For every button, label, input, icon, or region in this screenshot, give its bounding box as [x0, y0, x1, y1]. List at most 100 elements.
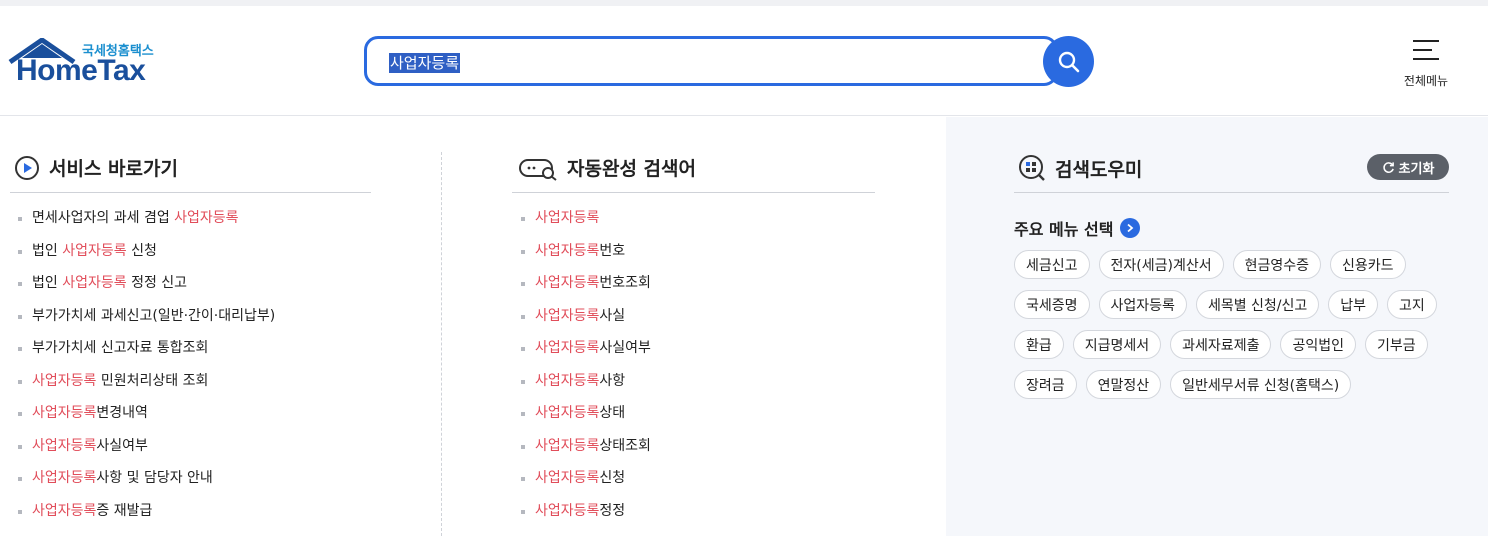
service-link[interactable]: 사업자등록 민원처리상태 조회: [18, 371, 275, 404]
menu-chip[interactable]: 공익법인: [1280, 330, 1356, 359]
service-link[interactable]: 부가가치세 과세신고(일반·간이·대리납부): [18, 306, 275, 339]
keyword-highlight: 사업자등록: [32, 372, 97, 389]
autocomplete-item[interactable]: 사업자등록사실: [521, 306, 651, 339]
helper-title-underline: [1014, 192, 1449, 193]
suggestion-text: 사실여부: [599, 340, 651, 356]
main-menu-select-text: 주요 메뉴 선택: [1014, 220, 1114, 239]
autocomplete-item[interactable]: 사업자등록상태: [521, 403, 651, 436]
autocomplete-item[interactable]: 사업자등록번호: [521, 241, 651, 274]
link-text: 사항 및 담당자 안내: [96, 470, 213, 486]
site-header: 국세청홈택스 HomeTax 사업자등록 전체메뉴: [0, 6, 1488, 116]
main-menu-chips: 세금신고 전자(세금)계산서 현금영수증 신용카드국세증명 사업자등록 세목별 신청/신고…: [1014, 250, 1454, 410]
link-text: 면세사업자의 과세 겸업: [32, 210, 175, 226]
keyword-highlight: 사업자등록: [535, 275, 600, 291]
keyword-highlight: 사업자등록: [174, 210, 239, 226]
autocomplete-title-text: 자동완성 검색어: [567, 158, 696, 180]
autocomplete-item[interactable]: 사업자등록신청: [521, 468, 651, 501]
service-link[interactable]: 부가가치세 신고자료 통합조회: [18, 338, 275, 371]
service-link[interactable]: 사업자등록변경내역: [18, 403, 275, 436]
autocomplete-section-title: 자동완성 검색어: [518, 154, 696, 181]
reset-label: 초기화: [1398, 161, 1435, 177]
autocomplete-item[interactable]: 사업자등록정정: [521, 501, 651, 534]
menu-chip[interactable]: 장려금: [1014, 370, 1077, 399]
autocomplete-item[interactable]: 사업자등록사실여부: [521, 338, 651, 371]
link-text: 민원처리상태 조회: [96, 372, 209, 389]
suggestion-text: 정정: [599, 502, 626, 519]
search-box[interactable]: 사업자등록: [364, 36, 1058, 86]
suggestion-text: 번호: [599, 242, 626, 259]
service-link[interactable]: 사업자등록증 재발급: [18, 501, 275, 534]
chevron-right-icon[interactable]: [1120, 218, 1141, 238]
menu-chip[interactable]: 환급: [1014, 330, 1064, 359]
suggestion-text: 상태조회: [599, 437, 651, 454]
menu-chip[interactable]: 과세자료제출: [1170, 330, 1272, 359]
menu-chip[interactable]: 연말정산: [1085, 370, 1162, 399]
hamburger-icon: [1413, 40, 1439, 60]
service-link[interactable]: 법인 사업자등록 신청: [18, 241, 275, 274]
grid-search-icon: [1018, 154, 1046, 182]
full-menu-label: 전체메뉴: [1403, 74, 1449, 88]
suggestion-text: 사실: [599, 307, 626, 324]
menu-chip[interactable]: 사업자등록: [1098, 290, 1187, 319]
autocomplete-item[interactable]: 사업자등록: [521, 208, 651, 241]
menu-chip[interactable]: 현금영수증: [1232, 250, 1322, 279]
keyword-highlight: 사업자등록: [535, 307, 600, 324]
service-link[interactable]: 법인 사업자등록 정정 신고: [18, 273, 275, 306]
reset-button[interactable]: 초기화: [1367, 154, 1449, 180]
service-list: 면세사업자의 과세 겸업 사업자등록 법인 사업자등록 신청 법인 사업자등록 정정…: [18, 208, 275, 533]
menu-chip[interactable]: 고지: [1387, 290, 1437, 319]
autocomplete-title-underline: [512, 192, 875, 193]
autocomplete-list: 사업자등록 사업자등록번호 사업자등록번호조회 사업자등록사실 사업자등록사실여부 사업자…: [521, 208, 651, 533]
link-text: 사실여부: [96, 437, 148, 454]
link-text: 부가가치세 과세신고(일반·간이·대리납부): [32, 307, 276, 324]
column-divider: [441, 152, 442, 536]
keyword-highlight: 사업자등록: [535, 372, 600, 389]
chip-row: 세금신고 전자(세금)계산서 현금영수증 신용카드: [1014, 250, 1454, 279]
logo-wordmark: HomeTax: [16, 54, 146, 87]
search-icon: [1058, 51, 1079, 72]
link-text: 법인: [32, 242, 63, 259]
service-title-text: 서비스 바로가기: [49, 158, 178, 180]
play-circle-icon: [14, 155, 40, 181]
menu-chip[interactable]: 기부금: [1364, 330, 1428, 359]
link-text: 법인: [32, 275, 63, 291]
keyword-highlight: 사업자등록: [62, 242, 127, 259]
menu-chip[interactable]: 세금신고: [1014, 250, 1090, 279]
suggestion-text: 신청: [599, 470, 626, 486]
keyword-highlight: 사업자등록: [32, 405, 97, 421]
service-link[interactable]: 사업자등록사항 및 담당자 안내: [18, 468, 275, 501]
menu-chip[interactable]: 국세증명: [1014, 290, 1090, 319]
menu-chip[interactable]: 납부: [1328, 290, 1379, 319]
suggestion-text: 번호조회: [599, 275, 651, 291]
helper-title-text: 검색도우미: [1055, 158, 1143, 181]
search-selected-text: 사업자등록: [389, 53, 461, 73]
menu-chip[interactable]: 세목별 신청/신고: [1195, 290, 1320, 319]
chip-row: 환급 지급명세서 과세자료제출 공익법인 기부금: [1014, 330, 1454, 359]
menu-chip[interactable]: 전자(세금)계산서: [1098, 250, 1224, 279]
full-menu-button[interactable]: 전체메뉴: [1396, 36, 1456, 96]
keyword-highlight: 사업자등록: [62, 275, 127, 291]
chat-search-icon: [518, 155, 558, 181]
service-title-underline: [10, 192, 371, 193]
menu-chip[interactable]: 신용카드: [1330, 250, 1406, 279]
service-link[interactable]: 사업자등록사실여부: [18, 436, 275, 469]
menu-chip[interactable]: 지급명세서: [1072, 330, 1162, 359]
keyword-highlight: 사업자등록: [535, 340, 600, 356]
suggestion-text: 사항: [599, 372, 626, 389]
keyword-highlight: 사업자등록: [535, 405, 600, 421]
chip-row: 장려금 연말정산 일반세무서류 신청(홈택스): [1014, 370, 1454, 399]
search-input[interactable]: [385, 49, 1025, 75]
autocomplete-item[interactable]: 사업자등록상태조회: [521, 436, 651, 469]
autocomplete-item[interactable]: 사업자등록번호조회: [521, 273, 651, 306]
menu-chip[interactable]: 일반세무서류 신청(홈택스): [1170, 370, 1352, 399]
link-text: 신청: [126, 242, 157, 259]
keyword-highlight: 사업자등록: [535, 437, 600, 454]
search-button[interactable]: [1043, 36, 1094, 87]
hometax-logo[interactable]: 국세청홈택스 HomeTax: [8, 38, 168, 90]
service-link[interactable]: 면세사업자의 과세 겸업 사업자등록: [18, 208, 275, 241]
autocomplete-item[interactable]: 사업자등록사항: [521, 371, 651, 404]
refresh-icon: [1382, 161, 1395, 174]
keyword-highlight: 사업자등록: [32, 502, 97, 519]
link-text: 부가가치세 신고자료 통합조회: [32, 340, 209, 356]
keyword-highlight: 사업자등록: [32, 437, 97, 454]
